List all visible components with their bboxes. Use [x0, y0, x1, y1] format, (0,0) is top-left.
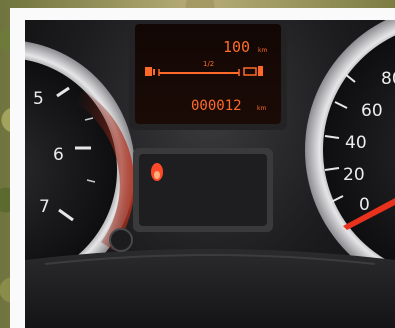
trip-reset-knob[interactable] — [109, 228, 133, 252]
speedometer-label: 80 — [381, 69, 395, 89]
warning-panel — [133, 148, 273, 232]
warning-light-icon — [151, 163, 163, 181]
dashboard-drawing: 5 6 7 80 60 40 20 0 100 km — [25, 20, 395, 328]
tachometer-label: 5 — [33, 89, 44, 109]
tachometer-label: 6 — [53, 145, 64, 165]
speedometer-label: 40 — [345, 133, 367, 153]
odometer-unit: km — [257, 105, 266, 112]
dashboard-photo: 5 6 7 80 60 40 20 0 100 km — [25, 20, 395, 328]
speedometer-label: 20 — [343, 165, 365, 185]
speed-readout: 100 — [223, 38, 250, 56]
speedometer-label: 60 — [361, 101, 383, 121]
odometer-readout: 000012 — [191, 98, 242, 114]
speedometer-label: 0 — [359, 195, 370, 215]
trip-computer-display: 100 km 1/2 000012 km — [129, 20, 287, 130]
speed-unit: km — [258, 47, 267, 54]
fuel-scale-mid: 1/2 — [203, 60, 214, 68]
tachometer-label: 7 — [39, 197, 50, 217]
